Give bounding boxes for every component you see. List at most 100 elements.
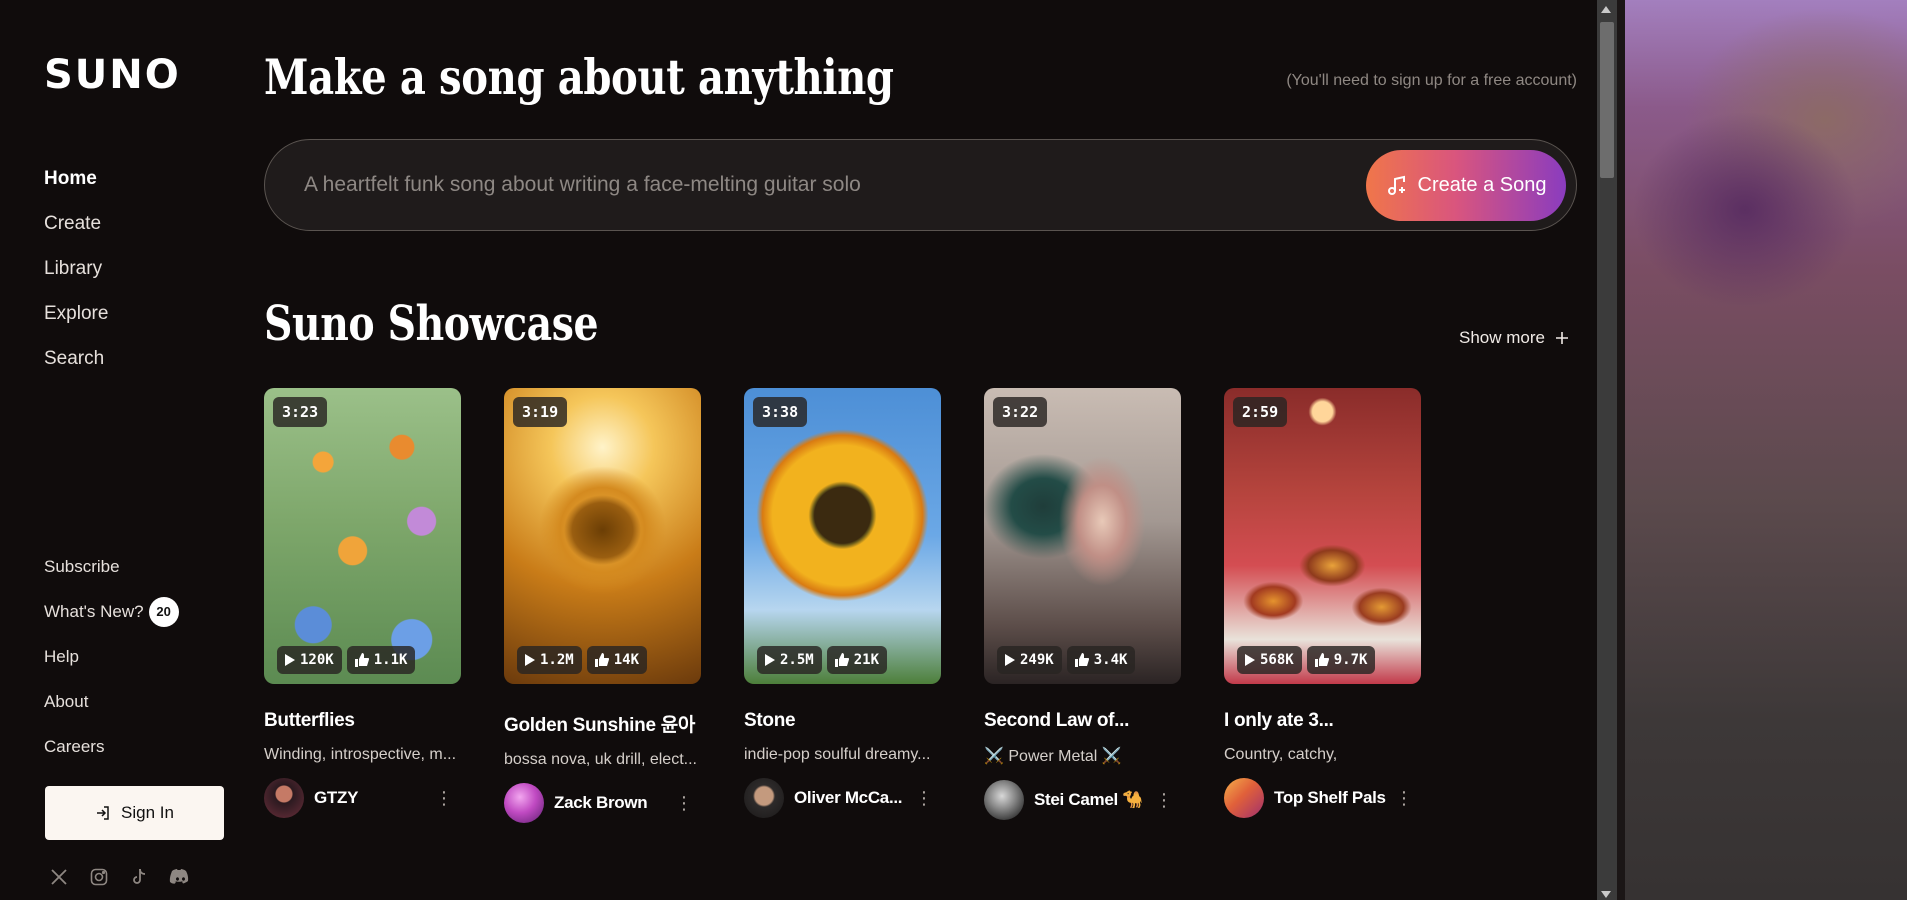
song-title[interactable]: Butterflies bbox=[264, 710, 461, 732]
like-count-value: 21K bbox=[853, 652, 880, 668]
avatar bbox=[264, 778, 304, 818]
more-options-icon[interactable]: ⋮ bbox=[1395, 788, 1413, 808]
showcase-cards: 3:23 120K 1.1K Butterflies Winding, intr… bbox=[264, 388, 1421, 823]
secondary-nav: Subscribe What's New? 20 Help About Care… bbox=[44, 544, 179, 769]
song-card: 3:38 2.5M 21K Stone indie-pop soulful dr… bbox=[744, 388, 941, 823]
song-author[interactable]: Oliver McCa... ⋮ bbox=[744, 778, 941, 818]
like-count-value: 3.4K bbox=[1093, 652, 1128, 668]
song-cover-i-only-ate[interactable]: 2:59 568K 9.7K bbox=[1224, 388, 1421, 684]
help-link[interactable]: Help bbox=[44, 634, 179, 679]
avatar bbox=[504, 783, 544, 823]
whats-new-label: What's New? bbox=[44, 601, 144, 621]
like-count[interactable]: 14K bbox=[586, 646, 648, 674]
thumbs-up-icon bbox=[1074, 653, 1089, 667]
play-count[interactable]: 1.2M bbox=[517, 646, 582, 674]
show-more-button[interactable]: Show more bbox=[1459, 328, 1569, 348]
song-description: Country, catchy, bbox=[1224, 746, 1338, 763]
play-icon bbox=[765, 654, 775, 666]
like-count-value: 1.1K bbox=[373, 652, 408, 668]
scrollbar-thumb[interactable] bbox=[1600, 22, 1614, 178]
x-icon[interactable] bbox=[48, 866, 70, 888]
more-options-icon[interactable]: ⋮ bbox=[915, 788, 933, 808]
duration-badge: 3:38 bbox=[753, 397, 808, 427]
careers-label: Careers bbox=[44, 736, 105, 756]
song-card: 3:22 249K 3.4K Second Law of... ⚔️ Power… bbox=[984, 388, 1181, 823]
scroll-down-arrow-icon[interactable] bbox=[1601, 891, 1611, 898]
whats-new-link[interactable]: What's New? 20 bbox=[44, 589, 179, 634]
careers-link[interactable]: Careers bbox=[44, 724, 179, 769]
song-description: ⚔️ Power Metal ⚔️ bbox=[984, 748, 1122, 765]
author-name: GTZY bbox=[314, 788, 359, 807]
song-prompt-box: Create a Song bbox=[264, 139, 1577, 231]
play-count[interactable]: 568K bbox=[1237, 646, 1302, 674]
nav-item-library[interactable]: Library bbox=[44, 256, 108, 301]
vertical-scrollbar[interactable] bbox=[1597, 0, 1617, 900]
show-more-label: Show more bbox=[1459, 328, 1545, 347]
song-author[interactable]: Top Shelf Pals ⋮ bbox=[1224, 778, 1421, 818]
duration-badge: 3:19 bbox=[513, 397, 568, 427]
play-count[interactable]: 249K bbox=[997, 646, 1062, 674]
song-cover-golden-sunshine[interactable]: 3:19 1.2M 14K bbox=[504, 388, 701, 684]
instagram-icon[interactable] bbox=[88, 866, 110, 888]
more-options-icon[interactable]: ⋮ bbox=[435, 788, 453, 808]
whats-new-count-badge: 20 bbox=[148, 596, 179, 627]
song-author[interactable]: Zack Brown ⋮ bbox=[504, 783, 701, 823]
song-author[interactable]: GTZY ⋮ bbox=[264, 778, 461, 818]
song-cover-stone[interactable]: 3:38 2.5M 21K bbox=[744, 388, 941, 684]
like-count[interactable]: 21K bbox=[826, 646, 888, 674]
like-count[interactable]: 1.1K bbox=[346, 646, 416, 674]
scroll-up-arrow-icon[interactable] bbox=[1601, 6, 1611, 13]
author-name: Oliver McCa... bbox=[794, 788, 903, 807]
play-count-value: 120K bbox=[300, 652, 334, 668]
subscribe-link[interactable]: Subscribe bbox=[44, 544, 179, 589]
background-art-panel bbox=[1625, 0, 1907, 900]
create-song-button[interactable]: Create a Song bbox=[1366, 150, 1566, 221]
duration-badge: 3:23 bbox=[273, 397, 328, 427]
like-count[interactable]: 9.7K bbox=[1306, 646, 1376, 674]
showcase-title: Suno Showcase bbox=[264, 296, 599, 352]
nav-item-create[interactable]: Create bbox=[44, 211, 108, 256]
sign-in-button[interactable]: Sign In bbox=[45, 786, 224, 840]
discord-icon[interactable] bbox=[168, 866, 190, 888]
song-title[interactable]: I only ate 3... bbox=[1224, 710, 1421, 732]
song-title[interactable]: Stone bbox=[744, 710, 941, 732]
song-stats: 1.2M 14K bbox=[517, 646, 648, 674]
song-author[interactable]: Stei Camel 🐪 ⋮ bbox=[984, 780, 1181, 820]
author-name: Zack Brown bbox=[554, 793, 648, 812]
play-count[interactable]: 2.5M bbox=[757, 646, 822, 674]
song-prompt-input[interactable] bbox=[304, 168, 1284, 202]
song-description: bossa nova, uk drill, elect... bbox=[504, 751, 697, 768]
page-title: Make a song about anything bbox=[264, 48, 894, 106]
song-title[interactable]: Golden Sunshine 윤아 bbox=[504, 710, 701, 737]
play-count[interactable]: 120K bbox=[277, 646, 342, 674]
about-label: About bbox=[44, 691, 89, 711]
sign-in-label: Sign In bbox=[121, 803, 174, 822]
song-cover-second-law[interactable]: 3:22 249K 3.4K bbox=[984, 388, 1181, 684]
song-title[interactable]: Second Law of... bbox=[984, 710, 1181, 732]
sidebar: SUNO Home Create Library Explore Search … bbox=[0, 0, 250, 900]
subscribe-label: Subscribe bbox=[44, 556, 120, 576]
more-options-icon[interactable]: ⋮ bbox=[675, 793, 693, 813]
play-icon bbox=[285, 654, 295, 666]
play-count-value: 1.2M bbox=[540, 652, 574, 668]
thumbs-up-icon bbox=[354, 653, 369, 667]
signup-note: (You'll need to sign up for a free accou… bbox=[1286, 72, 1577, 89]
nav-item-search[interactable]: Search bbox=[44, 346, 108, 391]
song-card: 2:59 568K 9.7K I only ate 3... Country, … bbox=[1224, 388, 1421, 823]
song-cover-butterflies[interactable]: 3:23 120K 1.1K bbox=[264, 388, 461, 684]
duration-badge: 3:22 bbox=[993, 397, 1048, 427]
about-link[interactable]: About bbox=[44, 679, 179, 724]
song-stats: 120K 1.1K bbox=[277, 646, 416, 674]
nav-item-home[interactable]: Home bbox=[44, 166, 108, 211]
like-count[interactable]: 3.4K bbox=[1066, 646, 1136, 674]
song-card: 3:23 120K 1.1K Butterflies Winding, intr… bbox=[264, 388, 461, 823]
tiktok-icon[interactable] bbox=[128, 866, 150, 888]
play-icon bbox=[1245, 654, 1255, 666]
author-name: Stei Camel 🐪 bbox=[1034, 790, 1144, 809]
main-nav: Home Create Library Explore Search bbox=[44, 166, 108, 391]
suno-logo[interactable]: SUNO bbox=[44, 52, 181, 98]
nav-item-explore[interactable]: Explore bbox=[44, 301, 108, 346]
more-options-icon[interactable]: ⋮ bbox=[1155, 790, 1173, 810]
avatar bbox=[1224, 778, 1264, 818]
play-count-value: 249K bbox=[1020, 652, 1054, 668]
